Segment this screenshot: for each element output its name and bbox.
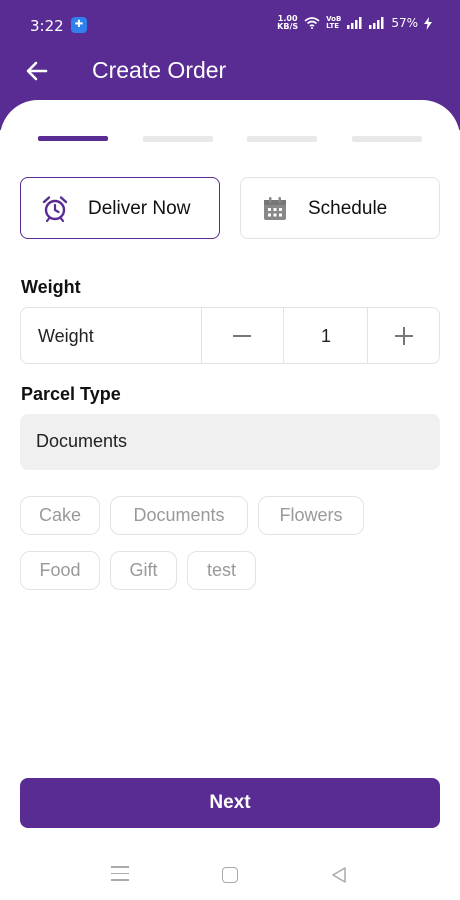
alarm-clock-icon: [42, 196, 68, 223]
chip-gift[interactable]: Gift: [110, 551, 177, 590]
weight-section-label: Weight: [21, 277, 81, 297]
home-icon[interactable]: [222, 867, 238, 883]
schedule-label: Schedule: [308, 198, 388, 219]
network-speed: 1.00 KB/S: [277, 15, 298, 31]
increment-button[interactable]: [368, 308, 440, 363]
charging-icon: [424, 16, 432, 30]
step-4: [352, 136, 422, 142]
weight-stepper: Weight 1: [20, 307, 440, 364]
app-notification-icon: ✚: [71, 17, 87, 33]
arrow-left-icon[interactable]: [22, 56, 52, 86]
status-time: 3:22: [30, 17, 64, 35]
wifi-icon: [304, 17, 320, 29]
parcel-type-section-label: Parcel Type: [21, 384, 121, 404]
schedule-button[interactable]: Schedule: [240, 177, 440, 239]
volte-bottom: LTE: [326, 22, 339, 30]
step-1: [38, 136, 108, 141]
page-title: Create Order: [92, 57, 227, 83]
decrement-button[interactable]: [202, 308, 284, 363]
volte-indicator: VoB LTE: [326, 16, 341, 30]
chip-flowers[interactable]: Flowers: [258, 496, 364, 535]
chip-cake[interactable]: Cake: [20, 496, 100, 535]
status-indicators: 1.00 KB/S VoB LTE 57%: [277, 15, 432, 31]
chip-test[interactable]: test: [187, 551, 256, 590]
next-button[interactable]: Next: [20, 778, 440, 828]
deliver-now-button[interactable]: Deliver Now: [20, 177, 220, 239]
recent-apps-icon[interactable]: [111, 866, 129, 882]
deliver-now-label: Deliver Now: [88, 198, 191, 219]
step-indicator: [38, 136, 422, 142]
calendar-icon: [264, 197, 286, 220]
parcel-type-field[interactable]: Documents: [20, 414, 440, 470]
network-speed-unit: KB/S: [277, 22, 299, 31]
step-3: [247, 136, 317, 142]
weight-field-label: Weight: [38, 326, 94, 346]
chip-food[interactable]: Food: [20, 551, 100, 590]
parcel-type-value: Documents: [36, 431, 128, 451]
back-triangle-icon[interactable]: [330, 866, 348, 884]
step-2: [143, 136, 213, 142]
system-nav-bar: [0, 852, 460, 900]
battery-percent: 57%: [391, 16, 418, 30]
signal-icon-2: [369, 17, 384, 29]
signal-icon: [347, 17, 362, 29]
weight-quantity[interactable]: 1: [284, 326, 368, 347]
status-bar: 3:22 ✚ 1.00 KB/S VoB LTE 57%: [0, 0, 460, 50]
chip-documents[interactable]: Documents: [110, 496, 248, 535]
app-bar: Create Order: [0, 50, 460, 94]
